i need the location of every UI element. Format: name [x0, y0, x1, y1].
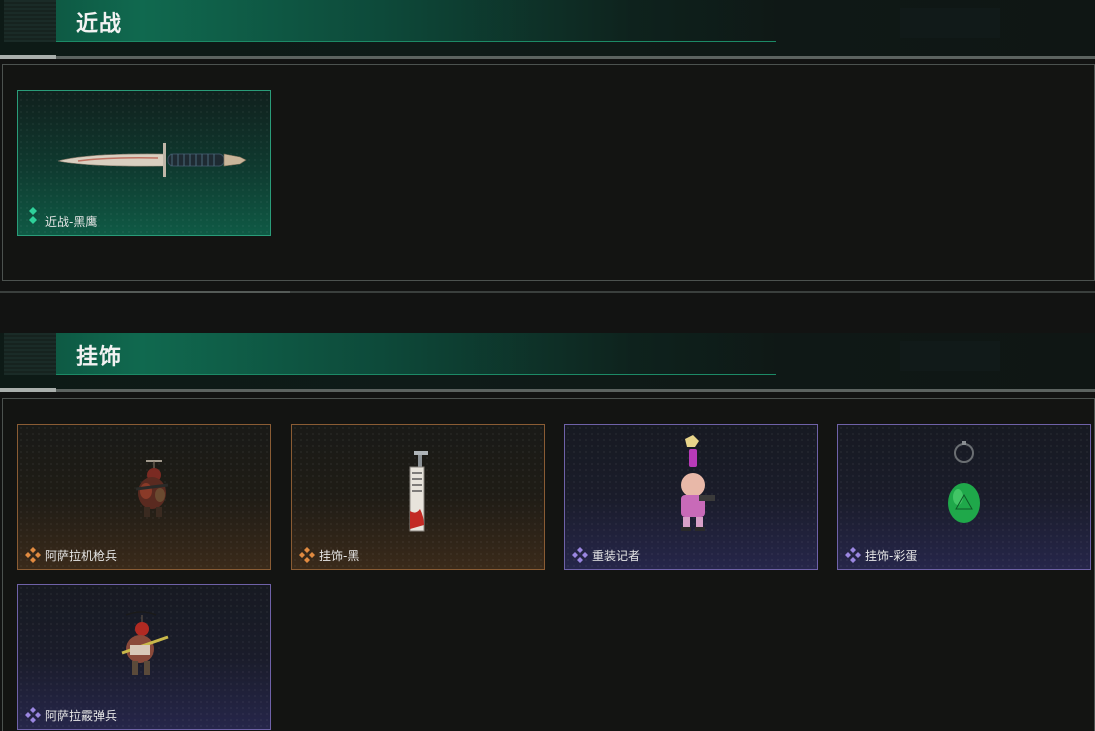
- header-rule: [0, 56, 1095, 59]
- quad-diamond-icon: [299, 547, 315, 563]
- quad-diamond-icon: [845, 547, 861, 563]
- section-title: 挂饰: [76, 345, 123, 370]
- section-body-charms: 阿萨拉机枪兵 挂饰-黑 重装记者 挂饰-彩蛋 阿萨拉霰弹兵: [2, 398, 1095, 731]
- item-card-asala-machine-gunner[interactable]: 阿萨拉机枪兵: [17, 424, 271, 570]
- quad-diamond-icon: [572, 547, 588, 563]
- section-body-melee: 近战-黑鹰: [2, 64, 1095, 281]
- easter-egg-charm-icon: [948, 441, 980, 523]
- item-card-asala-shotgunner[interactable]: 阿萨拉霰弹兵: [17, 584, 271, 730]
- item-card-charm-black[interactable]: 挂饰-黑: [291, 424, 545, 570]
- black-tag-charm-icon: [409, 451, 428, 532]
- shotgunner-charm-icon: [121, 611, 169, 675]
- header-tab-decoration: [4, 333, 56, 375]
- section-header-melee: 近战: [0, 0, 1095, 59]
- item-card-melee-blackhawk[interactable]: 近战-黑鹰: [17, 90, 271, 236]
- section-title: 近战: [76, 12, 123, 37]
- section-header-charms: 挂饰: [0, 333, 1095, 392]
- header-rule-accent: [0, 388, 56, 392]
- header-bar: [56, 0, 776, 42]
- item-label: 近战-黑鹰: [45, 215, 98, 229]
- item-card-heavy-reporter[interactable]: 重装记者: [564, 424, 818, 570]
- header-shade: [900, 8, 1000, 38]
- item-label: 阿萨拉机枪兵: [45, 549, 118, 563]
- header-bar: [56, 333, 776, 375]
- header-tab-decoration: [4, 0, 56, 42]
- quad-diamond-icon: [25, 547, 41, 563]
- item-label: 挂饰-黑: [319, 549, 360, 563]
- item-label: 阿萨拉霰弹兵: [45, 709, 118, 723]
- knife-icon: [57, 143, 247, 177]
- item-card-charm-easter-egg[interactable]: 挂饰-彩蛋: [837, 424, 1091, 570]
- heavy-reporter-charm-icon: [681, 435, 715, 531]
- section-divider: [0, 291, 1095, 293]
- header-shade: [900, 341, 1000, 371]
- header-rule: [0, 389, 1095, 392]
- quad-diamond-icon: [25, 707, 41, 723]
- item-label: 重装记者: [592, 549, 641, 563]
- double-diamond-icon: [29, 207, 37, 224]
- item-label: 挂饰-彩蛋: [865, 549, 918, 563]
- header-rule-accent: [0, 55, 56, 59]
- machine-gunner-charm-icon: [135, 460, 169, 517]
